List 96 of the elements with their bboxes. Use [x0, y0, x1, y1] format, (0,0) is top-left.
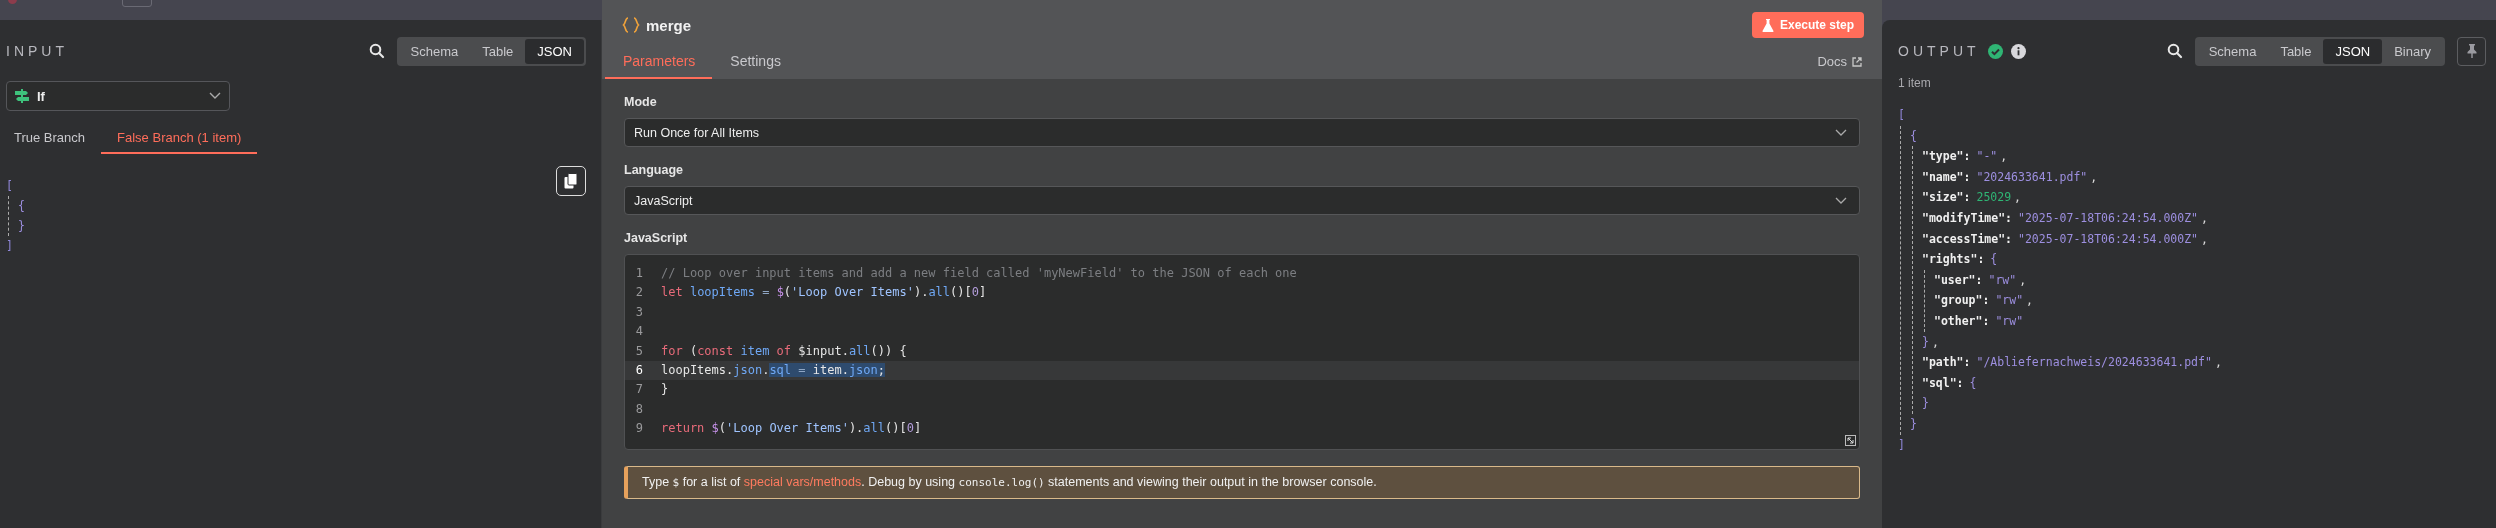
- json-comma: ,: [2026, 293, 2034, 308]
- code-line: let loopItems = $('Loop Over Items').all()[0]: [661, 284, 987, 302]
- execute-step-button[interactable]: Execute step: [1751, 12, 1864, 38]
- line-number: 9: [634, 420, 644, 438]
- json-key: "rights":: [1922, 252, 1985, 267]
- json-key: "type":: [1922, 149, 1971, 164]
- json-bracket: ]: [6, 239, 13, 253]
- panel-title: OUTPUT: [1898, 43, 1980, 59]
- json-key: "user":: [1934, 272, 1983, 287]
- search-icon[interactable]: [2166, 43, 2183, 59]
- node-title: merge: [646, 16, 693, 34]
- line-number: 5: [634, 342, 644, 360]
- json-bracket: }: [1922, 396, 1929, 411]
- view-tab[interactable]: Schema: [2196, 38, 2269, 64]
- code-line: loopItems.json.sql = item.json;: [661, 361, 886, 379]
- json-value: "2025-07-18T06:24:54.000Z": [2018, 231, 2199, 246]
- json-bracket: [: [6, 179, 13, 193]
- chevron-down-icon: [1835, 196, 1847, 205]
- json-value: "-": [1976, 149, 1998, 164]
- flask-icon: [1761, 18, 1774, 32]
- json-comma: ,: [2201, 231, 2208, 246]
- json-key: "group":: [1934, 293, 1990, 308]
- json-bracket: {: [1990, 252, 1998, 267]
- json-bracket: }: [1922, 334, 1929, 349]
- json-key: "accessTime":: [1922, 231, 2012, 246]
- settings-tab[interactable]: Settings: [712, 45, 798, 79]
- pin-icon: [2466, 44, 2477, 58]
- notice-text: Type $ for a list of special vars/methods. Debug by using console.log() statements and viewing their output in the browser console.: [642, 475, 1378, 490]
- json-comma: ,: [2214, 355, 2222, 370]
- line-number: 4: [634, 323, 644, 341]
- json-bracket: [: [1898, 108, 1905, 122]
- copy-icon: [564, 173, 578, 189]
- code-line: return $('Loop Over Items').all()[0]: [661, 420, 922, 438]
- settings-tab[interactable]: Parameters: [605, 45, 713, 79]
- external-link-icon: [1852, 56, 1862, 67]
- line-number: 7: [634, 381, 644, 399]
- pin-button[interactable]: [2457, 36, 2486, 66]
- json-bracket: {: [1969, 375, 1977, 390]
- json-bracket: {: [18, 199, 25, 213]
- select-field[interactable]: Run Once for All Items: [624, 118, 1860, 147]
- field-label: JavaScript: [624, 231, 689, 245]
- view-tab[interactable]: Binary: [2382, 38, 2443, 64]
- code-line: }: [661, 381, 669, 399]
- json-key: "path":: [1922, 355, 1971, 370]
- json-value: "2024633641.pdf": [1976, 169, 2088, 184]
- field-label: Mode: [624, 95, 658, 109]
- copy-button[interactable]: [556, 166, 586, 196]
- json-comma: ,: [2014, 190, 2022, 205]
- json-comma: ,: [2090, 169, 2098, 184]
- json-key: "size":: [1922, 190, 1971, 205]
- line-number: 1: [634, 265, 644, 282]
- line-number: 2: [634, 284, 644, 302]
- json-key: "sql":: [1922, 375, 1964, 390]
- json-key: "name":: [1922, 169, 1971, 184]
- view-tab[interactable]: Table: [2268, 38, 2324, 64]
- search-icon[interactable]: [368, 43, 385, 59]
- braces-icon: [622, 17, 640, 33]
- json-comma: ,: [1931, 334, 1939, 349]
- json-comma: ,: [2201, 210, 2208, 225]
- json-value: "2025-07-18T06:24:54.000Z": [2018, 210, 2199, 225]
- node-select[interactable]: If: [6, 81, 230, 111]
- json-key: "other":: [1934, 313, 1990, 328]
- code-line: for (const item of $input.all()) {: [661, 342, 907, 360]
- panel-title: INPUT: [6, 43, 68, 59]
- line-number: 6: [634, 361, 644, 379]
- json-comma: ,: [2019, 272, 2027, 287]
- json-value: 25029: [1976, 190, 2012, 205]
- json-bracket: {: [1910, 128, 1917, 143]
- json-value: "rw": [1988, 272, 2017, 287]
- signpost-icon: [15, 89, 29, 103]
- json-value: "/Abliefernachweis/2024633641.pdf": [1976, 355, 2212, 370]
- line-number: 3: [634, 303, 644, 321]
- select-field[interactable]: JavaScript: [624, 186, 1860, 215]
- line-number: 8: [634, 400, 644, 418]
- json-bracket: }: [1910, 416, 1917, 431]
- docs-link[interactable]: Docs: [1817, 54, 1862, 79]
- info-icon[interactable]: [2010, 43, 2026, 59]
- json-bracket: ]: [1898, 437, 1905, 452]
- branch-tab[interactable]: False Branch (1 item): [101, 125, 258, 154]
- view-tab[interactable]: JSON: [2323, 38, 2383, 64]
- resize-icon[interactable]: [1845, 435, 1856, 446]
- item-count: 1 item: [1898, 76, 1932, 90]
- view-tab[interactable]: Schema: [398, 38, 471, 64]
- select-value: If: [37, 88, 46, 104]
- field-label: Language: [624, 163, 685, 177]
- json-key: "modifyTime":: [1922, 210, 2012, 225]
- view-tab[interactable]: JSON: [525, 38, 584, 64]
- code-line: // Loop over input items and add a new field called 'myNewField' to the JSON of each one: [661, 265, 1297, 282]
- chevron-down-icon: [1835, 128, 1847, 137]
- json-comma: ,: [2000, 149, 2008, 164]
- chevron-down-icon: [209, 92, 221, 100]
- branch-tab[interactable]: True Branch: [6, 125, 98, 154]
- json-value: "rw": [1995, 293, 2024, 308]
- view-tab[interactable]: Table: [470, 38, 526, 64]
- json-value: "rw": [1995, 313, 2024, 328]
- json-bracket: }: [18, 219, 25, 233]
